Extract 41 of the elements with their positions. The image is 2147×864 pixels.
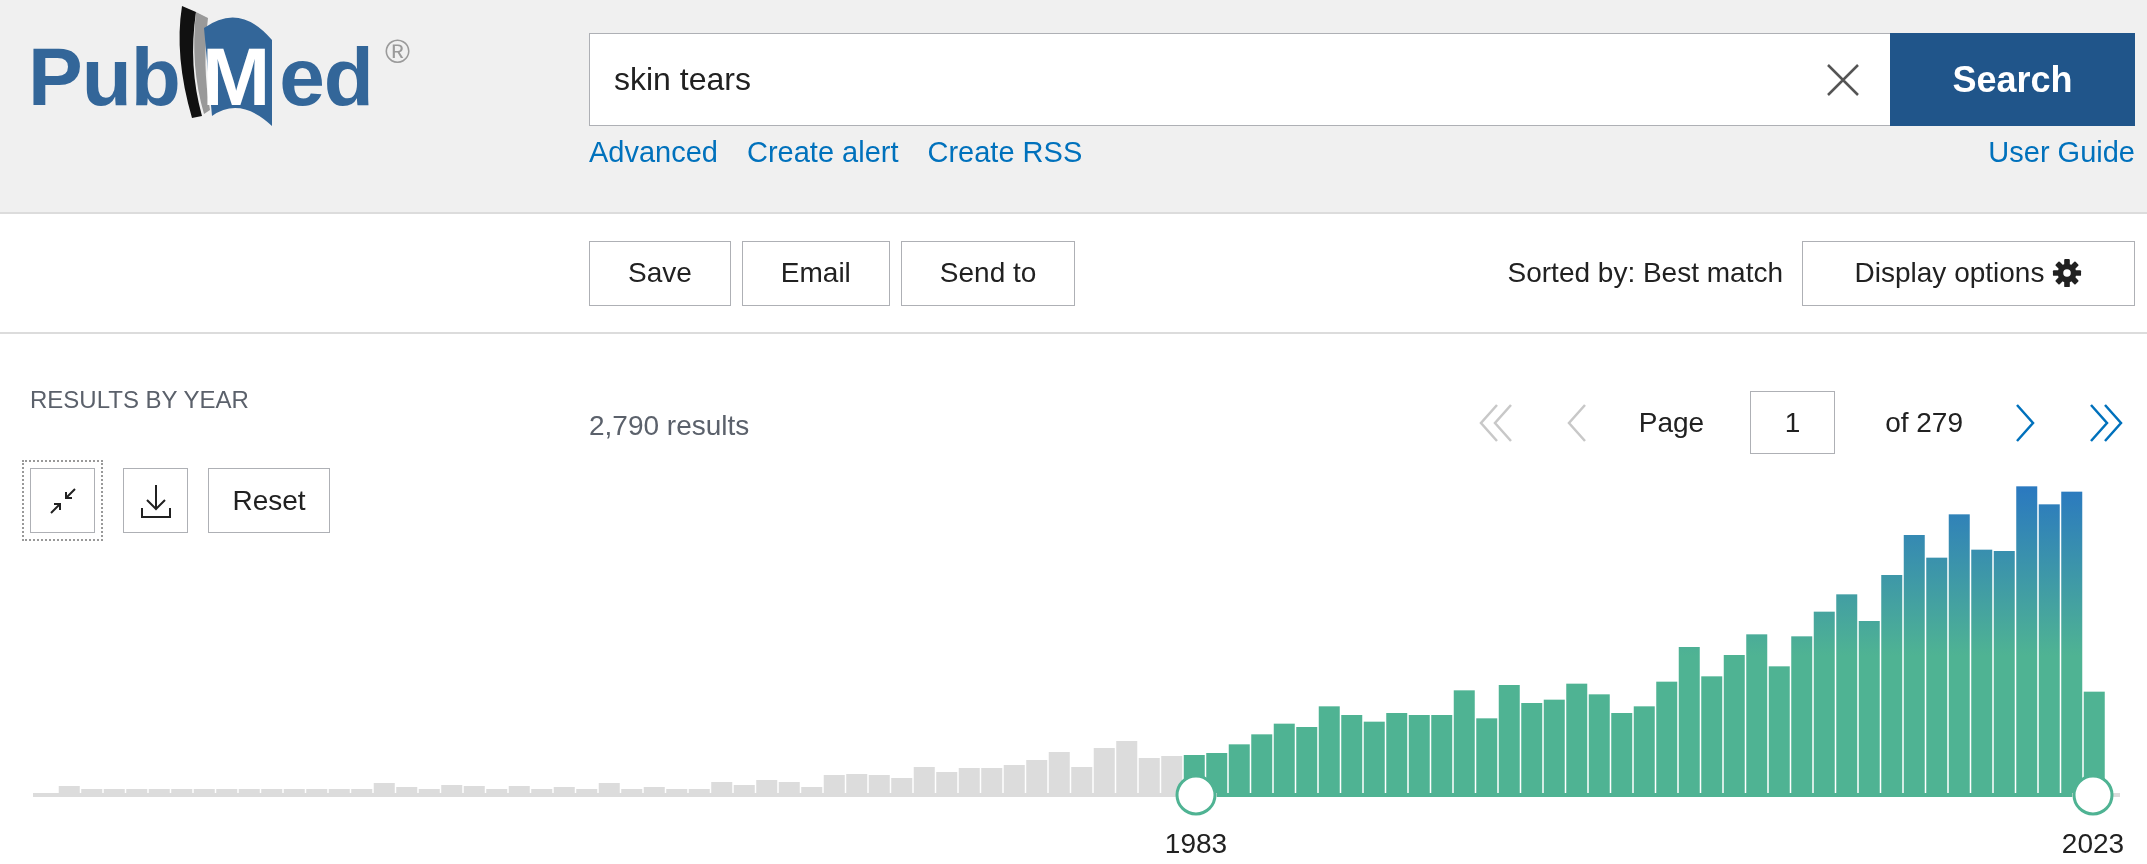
histogram-bar bbox=[1026, 760, 1048, 793]
histogram-bar bbox=[958, 768, 980, 793]
display-options-button[interactable]: Display options bbox=[1802, 240, 2135, 306]
clear-button[interactable] bbox=[1795, 33, 1890, 126]
year-label: 1983 bbox=[1164, 828, 1228, 859]
collapse-icon bbox=[48, 486, 77, 515]
page-field[interactable]: 1 bbox=[1750, 391, 1836, 454]
year-label: 2023 bbox=[2061, 828, 2125, 859]
histogram-bar bbox=[1296, 727, 1318, 793]
page-label: Page bbox=[1638, 406, 1705, 439]
download-button[interactable] bbox=[123, 468, 188, 533]
action-button[interactable]: Save bbox=[589, 240, 731, 306]
histogram-bar bbox=[936, 772, 958, 793]
results-count: 2,790 results bbox=[589, 410, 750, 442]
histogram-bar bbox=[868, 775, 890, 793]
download-icon bbox=[139, 482, 172, 519]
header-link[interactable]: Advanced bbox=[589, 136, 718, 169]
histogram-bar bbox=[1003, 765, 1025, 793]
slider-handle[interactable] bbox=[1175, 774, 1217, 816]
gear-icon bbox=[2052, 258, 2083, 288]
sort-label: Sorted by: Best match bbox=[1507, 257, 1783, 289]
histogram-bar bbox=[1161, 756, 1183, 793]
header-link[interactable]: Create alert bbox=[747, 136, 899, 169]
histogram-bar bbox=[981, 768, 1003, 793]
search-button[interactable]: Search bbox=[1890, 33, 2135, 126]
close-icon bbox=[1825, 62, 1860, 97]
histogram-bar bbox=[1251, 734, 1273, 793]
reset-button[interactable]: Reset bbox=[208, 468, 330, 533]
page-total: of 279 bbox=[1885, 406, 1963, 439]
action-button[interactable]: Email bbox=[741, 240, 890, 306]
histogram-bar bbox=[846, 774, 868, 793]
search-field[interactable]: skin tears bbox=[589, 33, 1795, 126]
slider-handle[interactable] bbox=[2072, 774, 2114, 816]
section-title: RESULTS BY YEAR bbox=[30, 386, 250, 414]
header-link[interactable]: Create RSS bbox=[927, 136, 1083, 169]
user-guide-link[interactable]: User Guide bbox=[1988, 136, 2135, 169]
histogram-bar bbox=[1273, 723, 1295, 793]
histogram-bar bbox=[1363, 721, 1385, 793]
collapse-button[interactable] bbox=[22, 460, 103, 541]
action-button[interactable]: Send to bbox=[900, 240, 1076, 306]
histogram-bar bbox=[1228, 744, 1250, 793]
